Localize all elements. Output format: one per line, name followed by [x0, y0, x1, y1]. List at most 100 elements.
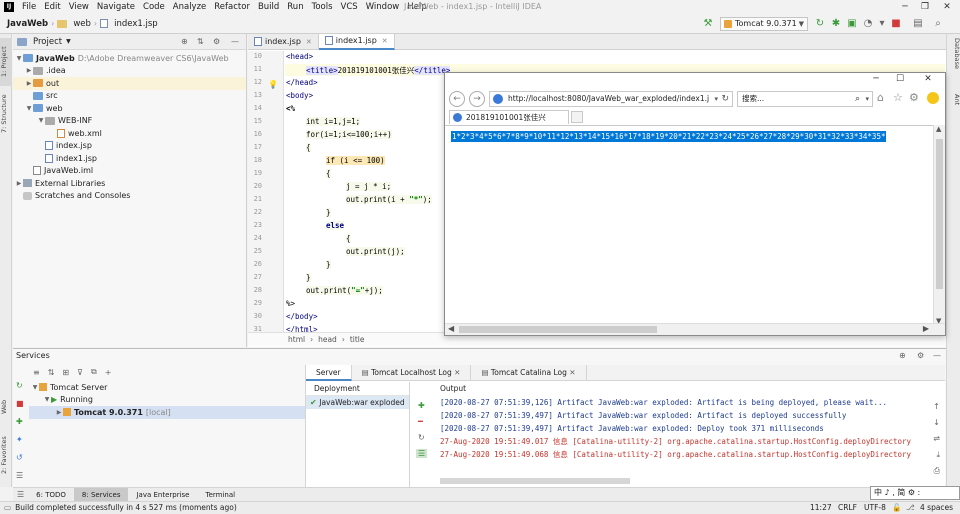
close-tab-icon[interactable]: ✕ [569, 368, 575, 377]
coverage-icon[interactable]: ▣ [846, 18, 858, 30]
stop-icon[interactable]: ■ [890, 18, 902, 30]
tree-item-running[interactable]: ▼ ▶ Running [29, 394, 305, 407]
more-run-icon[interactable]: ▾ [876, 18, 888, 30]
run-configuration-select[interactable]: Tomcat 9.0.371 ▼ [720, 17, 808, 31]
menu-code[interactable]: Code [139, 2, 169, 12]
expand-arrow-icon[interactable]: ▼ [31, 384, 39, 391]
back-icon[interactable]: ← [449, 91, 465, 107]
input-method-toolbar[interactable]: 中 ♪ , 简 ⚙ : [870, 486, 960, 500]
new-tab-button[interactable] [571, 111, 583, 123]
breadcrumb-title[interactable]: title [350, 333, 365, 346]
tree-item-index-jsp[interactable]: index.jsp [13, 140, 246, 153]
tree-item-web-inf[interactable]: ▼ WEB-INF [13, 115, 246, 128]
dropdown-icon[interactable]: ▾ [714, 92, 718, 106]
settings-gear-icon[interactable]: ⚙ [909, 91, 919, 104]
home-icon[interactable]: ⌂ [877, 91, 884, 104]
scroll-to-end-icon[interactable]: ⤓ [936, 450, 940, 460]
menu-navigate[interactable]: Navigate [93, 2, 139, 12]
search-everywhere-icon[interactable]: ⌕ [932, 18, 944, 30]
browser-tab[interactable]: 201819101001张佳兴 [449, 110, 569, 124]
tree-item-web-xml[interactable]: web.xml [13, 127, 246, 140]
tab-index1-jsp[interactable]: index1.jsp ✕ [318, 33, 395, 50]
scroll-down-icon[interactable]: ↓ [933, 418, 940, 427]
tab-index-jsp[interactable]: index.jsp ✕ [248, 33, 319, 50]
settings-gear-icon[interactable]: ⊕ [899, 351, 906, 360]
tree-item-src[interactable]: src [13, 90, 246, 103]
rerun-icon[interactable]: ↻ [16, 381, 23, 390]
undeploy-icon[interactable]: ━ [418, 417, 423, 426]
minimize-icon[interactable]: ─ [894, 0, 916, 14]
collapse-arrow-icon[interactable]: ▶ [25, 80, 33, 87]
horizontal-scrollbar[interactable]: ◀ ▶ [445, 323, 945, 335]
deploy-icon[interactable]: ✚ [418, 401, 425, 410]
refresh-icon[interactable]: ↺ [16, 453, 23, 462]
tree-item-javaweb[interactable]: ▼ JavaWeb D:\Adobe Dreamweaver CS6\JavaW… [13, 52, 246, 65]
open-in-new-tab-icon[interactable]: ⧉ [91, 367, 97, 377]
build-hammer-icon[interactable]: ⚒ [702, 18, 714, 30]
tree-item-idea[interactable]: ▶ .idea [13, 65, 246, 78]
tree-item-tomcat-instance[interactable]: ▶ Tomcat 9.0.371 [local] [29, 406, 305, 419]
scroll-right-icon[interactable]: ▶ [923, 324, 929, 333]
menu-vcs[interactable]: VCS [337, 2, 362, 12]
menu-tools[interactable]: Tools [308, 2, 337, 12]
browser-search-box[interactable]: 搜索... ⌕ ▾ [737, 91, 873, 107]
scrollbar-thumb[interactable] [459, 326, 657, 333]
settings-gear-icon[interactable]: ⚙ [213, 37, 220, 46]
chevron-down-icon[interactable]: ▾ [865, 92, 869, 106]
tool-tab-todo[interactable]: 6: TODO [28, 488, 74, 502]
menu-file[interactable]: File [18, 2, 40, 12]
tool-tab-database[interactable]: Database [949, 38, 960, 78]
collapse-arrow-icon[interactable]: ▶ [15, 180, 23, 187]
menu-view[interactable]: View [65, 2, 93, 12]
tool-tab-structure[interactable]: 7: Structure [0, 92, 12, 136]
collapse-all-icon[interactable]: ⇅ [48, 368, 55, 377]
restore-icon[interactable]: ❐ [914, 0, 936, 14]
tab-server[interactable]: Server [306, 364, 352, 381]
stop-icon[interactable]: ■ [16, 399, 24, 408]
expand-arrow-icon[interactable]: ▼ [37, 117, 45, 124]
project-panel-title[interactable]: Project [33, 37, 62, 47]
forward-icon[interactable]: → [469, 91, 485, 107]
tree-item-scratches[interactable]: Scratches and Consoles [13, 190, 246, 203]
collapse-arrow-icon[interactable]: ▶ [25, 67, 33, 74]
expand-arrow-icon[interactable]: ▼ [15, 55, 23, 62]
tree-item-web[interactable]: ▼ web [13, 102, 246, 115]
soft-wrap-icon[interactable]: ⇌ [933, 434, 940, 443]
tool-tab-project[interactable]: 1: Project [0, 38, 12, 86]
file-encoding[interactable]: UTF-8 [864, 502, 886, 514]
tree-item-out[interactable]: ▶ out [13, 77, 246, 90]
address-bar[interactable]: http://localhost:8080/JavaWeb_war_explod… [489, 91, 733, 107]
group-by-icon[interactable]: ⊞ [62, 368, 69, 377]
breadcrumb-head[interactable]: head [318, 333, 337, 346]
breadcrumb-web[interactable]: web [70, 19, 94, 29]
tool-tab-ant[interactable]: Ant [949, 94, 960, 114]
menu-build[interactable]: Build [254, 2, 283, 12]
debug-icon[interactable]: ✱ [830, 18, 842, 30]
git-branch-icon[interactable]: ⎇ [906, 502, 915, 514]
update-icon[interactable]: ✦ [16, 435, 23, 444]
menu-analyze[interactable]: Analyze [169, 2, 211, 12]
horizontal-scrollbar[interactable] [440, 478, 630, 484]
line-separator[interactable]: CRLF [838, 502, 857, 514]
scrollbar-thumb[interactable] [936, 139, 943, 289]
add-service-icon[interactable]: + [105, 368, 112, 377]
caret-position[interactable]: 11:27 [810, 502, 832, 514]
layout-icon[interactable]: ☰ [16, 471, 23, 480]
filter-icon[interactable]: ⊽ [77, 368, 83, 377]
tool-windows-icon[interactable]: ☰ [17, 490, 24, 499]
soft-wrap-icon[interactable]: ☰ [416, 449, 428, 458]
refresh-icon[interactable]: ↻ [418, 433, 425, 442]
lock-icon[interactable]: 🔓 [892, 502, 901, 514]
close-icon[interactable]: ✕ [917, 74, 939, 84]
rerun-icon[interactable]: ↻ [814, 18, 826, 30]
menu-edit[interactable]: Edit [40, 2, 64, 12]
close-tab-icon[interactable]: ✕ [382, 37, 388, 45]
expand-arrow-icon[interactable]: ▼ [43, 396, 51, 403]
tree-item-javaweb-iml[interactable]: JavaWeb.iml [13, 165, 246, 178]
collapse-arrow-icon[interactable]: ▶ [55, 409, 63, 416]
tool-tab-services[interactable]: 8: Services [73, 487, 129, 502]
profile-icon[interactable]: ◔ [862, 18, 874, 30]
favorites-star-icon[interactable]: ☆ [893, 91, 903, 104]
menu-window[interactable]: Window [362, 2, 404, 12]
tree-item-external-libraries[interactable]: ▶ External Libraries [13, 177, 246, 190]
